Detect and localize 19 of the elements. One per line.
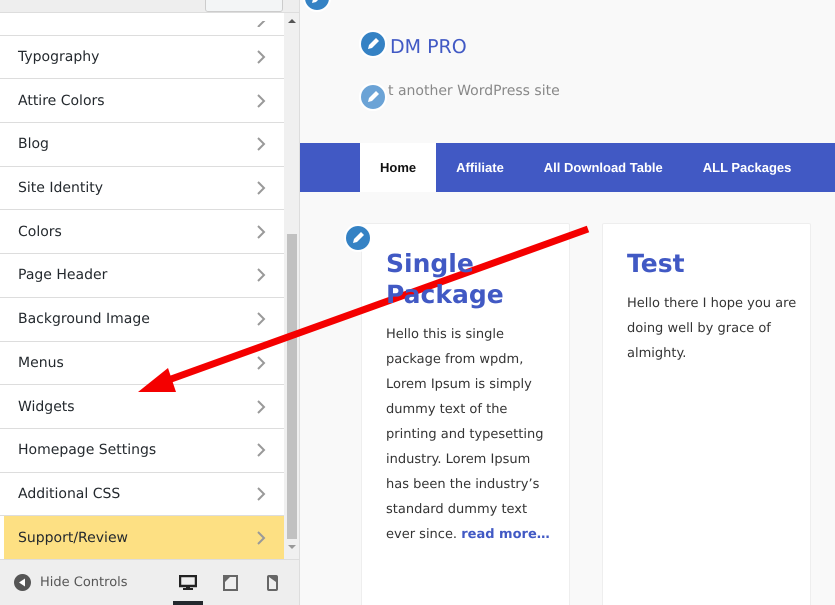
edit-shortcut-icon[interactable] (359, 30, 387, 58)
nav-link[interactable]: ALL Packages (682, 143, 812, 192)
edit-shortcut-icon[interactable] (344, 224, 372, 252)
menu-item[interactable]: Support/Review (4, 516, 284, 559)
nav-link[interactable]: Home (360, 143, 436, 192)
edit-shortcut-icon[interactable] (359, 83, 387, 111)
post-excerpt: Hello there I hope you are doing well by grace of almighty. (627, 295, 798, 363)
post-excerpt: Hello this is single package from wpdm, Lorem Ipsum is simply dummy text of the printing and typesetting industry. Lorem Ipsum has been the industry’s standard dummy text ever since. read more… (386, 326, 551, 544)
collapse-icon (14, 574, 31, 591)
site-title[interactable]: DM PRO (390, 36, 835, 58)
site-tagline: t another WordPress site (388, 83, 561, 99)
nav-link[interactable]: Affiliate (436, 143, 524, 192)
menu-item[interactable]: Additional CSS (0, 472, 284, 516)
menu-item[interactable]: Menus (0, 342, 284, 386)
read-more-link[interactable]: read more… (461, 527, 550, 542)
post-title[interactable]: Test (627, 248, 798, 279)
menu-item[interactable]: Typography (0, 36, 284, 80)
nav-link[interactable]: All Download Table (524, 143, 683, 192)
hide-controls-button[interactable]: Hide Controls (14, 574, 128, 591)
